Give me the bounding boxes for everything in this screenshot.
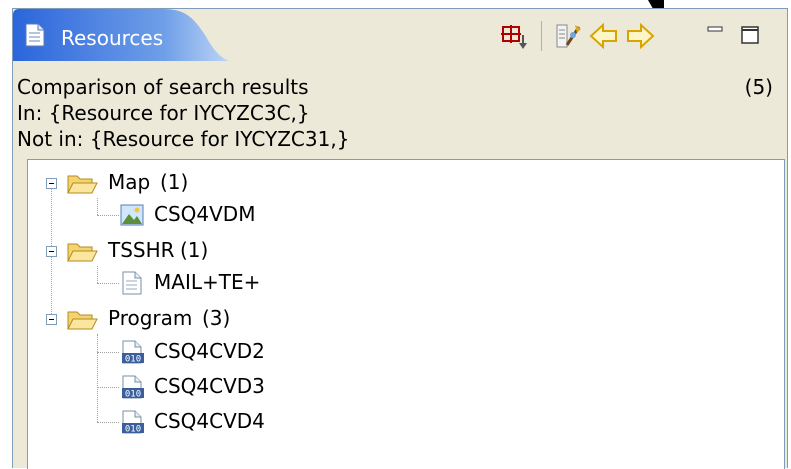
collapse-toggle[interactable] [46, 246, 57, 257]
toolbar-separator [541, 21, 542, 51]
binary-program-icon: 010 [122, 410, 144, 434]
result-count: (5) [744, 75, 773, 99]
node-count: (1) [160, 170, 189, 194]
comparison-summary: Comparison of search results (5) In: {Re… [13, 75, 787, 161]
forward-arrow-icon[interactable] [625, 21, 655, 51]
compare-icon[interactable] [553, 21, 583, 51]
binary-program-icon: 010 [122, 340, 144, 364]
not-in-filter: Not in: {Resource for IYCYZC31,} [17, 127, 350, 151]
resources-view: Resources Comparison of search results (… [12, 8, 788, 469]
map-image-icon [120, 204, 144, 226]
tree-leaf[interactable]: 010 CSQ4CVD3 [28, 374, 328, 400]
node-label: Program [108, 306, 193, 330]
tree-leaf[interactable]: 010 CSQ4CVD4 [28, 409, 328, 435]
text-document-icon [122, 271, 142, 295]
node-label: CSQ4CVD2 [154, 339, 265, 363]
in-filter: In: {Resource for IYCYZC3C,} [17, 101, 310, 125]
tab-label: Resources [61, 26, 164, 50]
tree-node-program[interactable]: Program (3) [28, 306, 328, 332]
comparison-heading: Comparison of search results [17, 75, 309, 99]
minimize-icon[interactable] [703, 21, 733, 51]
open-folder-icon [67, 311, 98, 330]
node-label: Map [108, 170, 151, 194]
collapse-toggle[interactable] [46, 178, 57, 189]
svg-text:010: 010 [125, 390, 141, 400]
collapse-toggle[interactable] [46, 314, 57, 325]
tree-node-tsshr[interactable]: TSSHR (1) [28, 238, 328, 264]
tree-leaf[interactable]: MAIL+TE+ [28, 270, 328, 296]
tree-leaf[interactable]: 010 CSQ4CVD2 [28, 339, 328, 365]
document-icon [25, 23, 45, 47]
grid-icon[interactable] [499, 21, 529, 51]
open-folder-icon [67, 243, 98, 262]
results-tree[interactable]: Map (1) CSQ4VDM TSSHR (1) MAIL+TE+ Progr… [27, 159, 785, 469]
node-count: (3) [202, 306, 231, 330]
svg-text:010: 010 [125, 425, 141, 435]
svg-text:010: 010 [125, 355, 141, 365]
maximize-icon[interactable] [737, 21, 767, 51]
tree-node-map[interactable]: Map (1) [28, 170, 328, 196]
node-label: TSSHR [108, 238, 175, 262]
node-count: (1) [180, 238, 209, 262]
tree-leaf[interactable]: CSQ4VDM [28, 202, 328, 228]
tab-resources[interactable]: Resources [13, 9, 229, 61]
node-label: MAIL+TE+ [154, 270, 261, 294]
open-folder-icon [67, 175, 98, 194]
node-label: CSQ4CVD4 [154, 409, 265, 433]
node-label: CSQ4VDM [154, 202, 256, 226]
back-arrow-icon[interactable] [589, 21, 619, 51]
binary-program-icon: 010 [122, 375, 144, 399]
node-label: CSQ4CVD3 [154, 374, 265, 398]
